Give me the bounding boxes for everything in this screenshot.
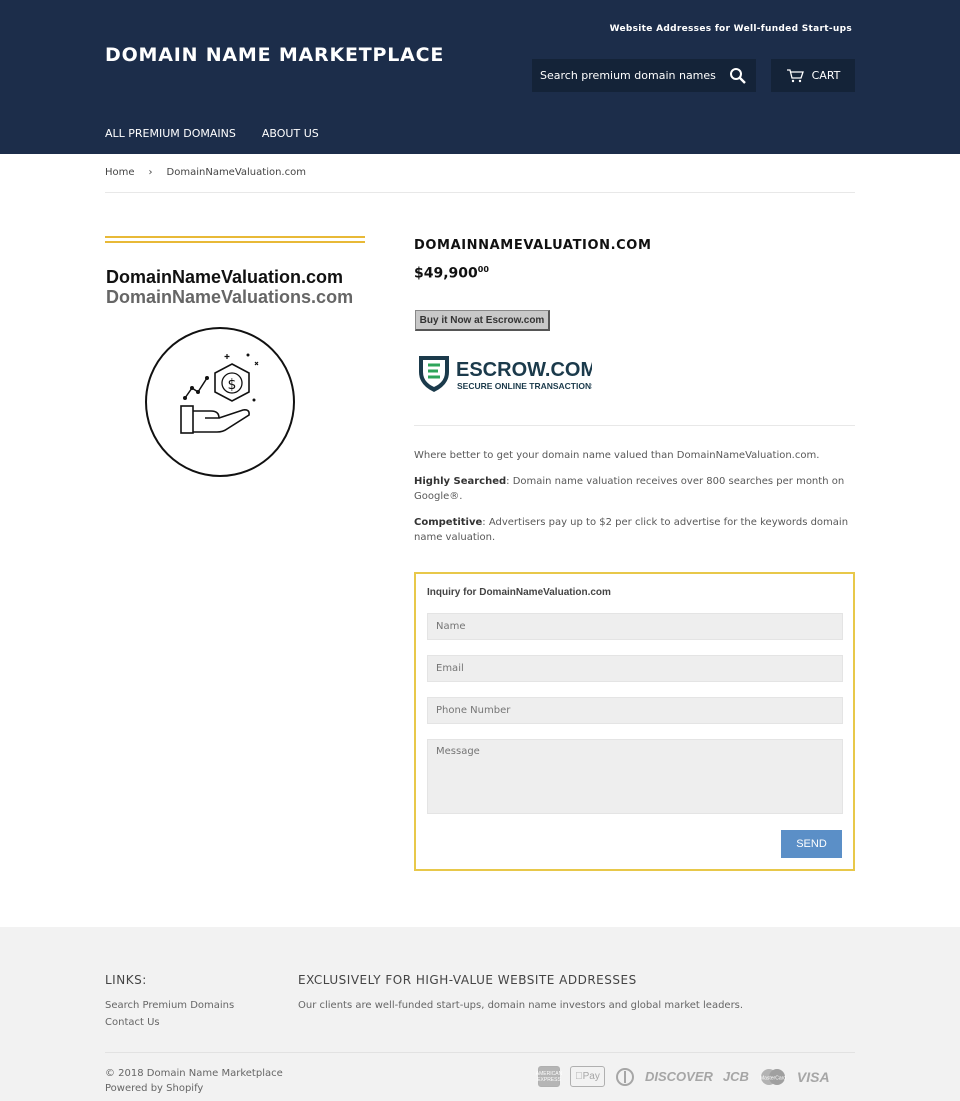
apple-pay-label: Pay <box>578 1071 600 1082</box>
breadcrumb-divider <box>105 192 855 193</box>
diners-club-icon <box>616 1067 634 1086</box>
powered-by-text: Powered by Shopify <box>105 1083 204 1094</box>
escrow-tagline: SECURE ONLINE TRANSACTIONS <box>457 381 592 391</box>
footer-links-heading: LINKS: <box>105 973 147 987</box>
buy-now-escrow-button[interactable]: Buy it Now at Escrow.com <box>415 310 550 331</box>
cart-icon <box>786 68 804 82</box>
footer-copyright: © 2018 Domain Name Marketplace Powered b… <box>105 1066 283 1096</box>
cart-label: CART <box>811 69 841 82</box>
breadcrumb-home[interactable]: Home <box>105 167 135 178</box>
escrow-name: ESCROW.COM <box>456 359 592 381</box>
product-price: $49,90000 <box>414 265 855 282</box>
message-field[interactable] <box>427 739 843 814</box>
inquiry-form: Inquiry for DomainNameValuation.com SEND <box>414 572 855 871</box>
discover-icon: DISCOVER <box>645 1069 713 1084</box>
product-title: DOMAINNAMEVALUATION.COM <box>414 238 652 253</box>
svg-text:$: $ <box>228 377 237 393</box>
valuation-hand-icon: $ <box>145 327 295 477</box>
image-domain-line2: DomainNameValuations.com <box>106 287 354 307</box>
description-highly-searched: Highly Searched: Domain name valuation r… <box>414 474 855 504</box>
footer-link-search-premium-domains[interactable]: Search Premium Domains <box>105 1000 234 1011</box>
footer-link-contact-us[interactable]: Contact Us <box>105 1017 160 1028</box>
price-cents: 00 <box>477 265 489 274</box>
mastercard-label: MasterCard <box>760 1075 786 1081</box>
apple-pay-icon: Pay <box>570 1066 605 1087</box>
footer-about-text: Our clients are well-funded start-ups, d… <box>298 1000 744 1011</box>
search-input[interactable] <box>532 59 722 92</box>
footer-about-heading: EXCLUSIVELY FOR HIGH-VALUE WEBSITE ADDRE… <box>298 973 637 987</box>
breadcrumb: Home › DomainNameValuation.com <box>105 167 306 178</box>
copyright-text: © 2018 Domain Name Marketplace <box>105 1068 283 1079</box>
amex-icon: AMERICAN EXPRESS <box>536 1066 562 1087</box>
gold-lines <box>105 236 365 243</box>
nav-all-premium-domains[interactable]: ALL PREMIUM DOMAINS <box>105 127 236 140</box>
product-image: DomainNameValuation.com DomainNameValuat… <box>105 236 365 486</box>
phone-field[interactable] <box>427 697 843 724</box>
highly-searched-label: Highly Searched <box>414 476 507 487</box>
price-main: $49,900 <box>414 265 478 282</box>
mastercard-icon: MasterCard <box>760 1068 786 1085</box>
jcb-icon: JCB <box>722 1069 749 1084</box>
main-nav: ALL PREMIUM DOMAINS ABOUT US <box>105 127 319 140</box>
site-footer: LINKS: Search Premium Domains Contact Us… <box>0 927 960 1101</box>
description-competitive: Competitive: Advertisers pay up to $2 pe… <box>414 515 855 545</box>
cart-button[interactable]: CART <box>771 59 855 92</box>
product-info: DOMAINNAMEVALUATION.COM $49,90000 Buy it… <box>414 238 855 543</box>
site-header: Website Addresses for Well-funded Start-… <box>0 0 960 154</box>
payment-icons: AMERICAN EXPRESS Pay DISCOVER JCB Maste… <box>536 1066 830 1087</box>
footer-divider <box>105 1052 855 1053</box>
name-field[interactable] <box>427 613 843 640</box>
breadcrumb-current: DomainNameValuation.com <box>166 167 306 178</box>
escrow-logo[interactable]: ESCROW.COM SECURE ONLINE TRANSACTIONS <box>416 352 592 396</box>
info-divider <box>414 425 855 426</box>
visa-icon: VISA <box>796 1068 830 1085</box>
nav-about-us[interactable]: ABOUT US <box>262 127 319 140</box>
inquiry-title: Inquiry for DomainNameValuation.com <box>427 587 611 598</box>
description-intro: Where better to get your domain name val… <box>414 450 820 461</box>
product-description: Where better to get your domain name val… <box>414 448 855 556</box>
breadcrumb-separator: › <box>148 167 153 178</box>
image-domain-line1: DomainNameValuation.com <box>106 267 344 287</box>
search-icon[interactable] <box>728 66 748 86</box>
site-logo[interactable]: DOMAIN NAME MARKETPLACE <box>105 44 444 66</box>
header-tagline: Website Addresses for Well-funded Start-… <box>609 24 852 34</box>
email-field[interactable] <box>427 655 843 682</box>
search-bar <box>532 59 756 92</box>
send-button[interactable]: SEND <box>781 830 842 858</box>
competitive-label: Competitive <box>414 517 483 528</box>
